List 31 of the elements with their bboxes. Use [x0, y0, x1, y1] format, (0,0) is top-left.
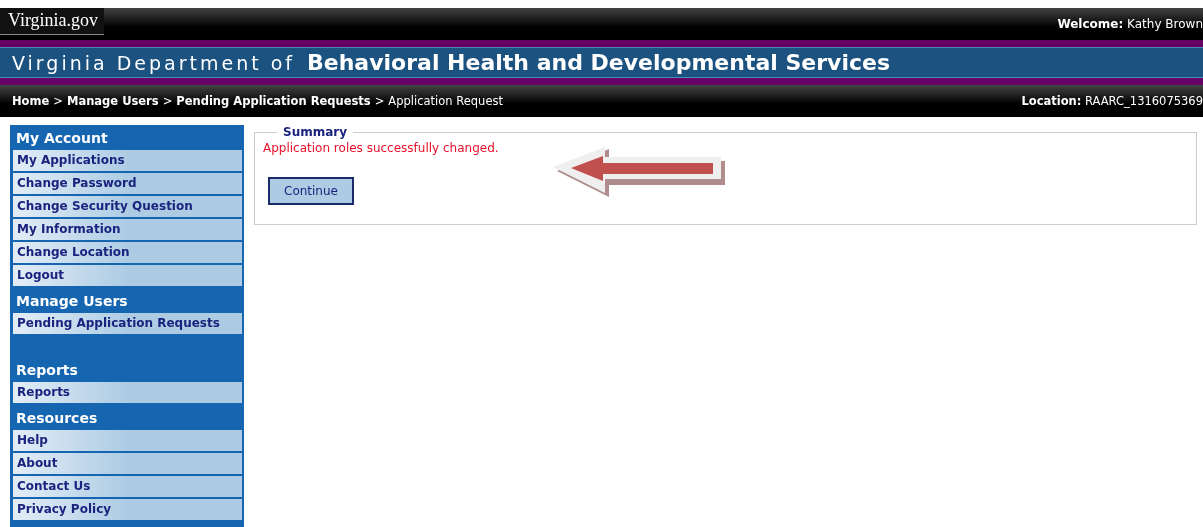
breadcrumb-current: Application Request [388, 94, 503, 108]
status-message: Application roles successfully changed. [263, 141, 500, 155]
sidebar-heading: My Account [15, 129, 109, 148]
sidebar-item[interactable]: Logout [13, 265, 242, 286]
summary-legend: Summary [277, 125, 354, 139]
sidebar-item[interactable]: Contact Us [13, 476, 242, 497]
breadcrumb-link[interactable]: Manage Users [66, 94, 159, 108]
breadcrumb-separator: > [374, 94, 385, 108]
sidebar-heading: Manage Users [15, 292, 129, 311]
sidebar-heading: Resources [15, 409, 99, 428]
breadcrumb-link[interactable]: Pending Application Requests [176, 94, 371, 108]
site-logo[interactable]: Virginia.gov [0, 8, 105, 35]
welcome-text: Welcome: Kathy Brown [1057, 16, 1203, 31]
sidebar-heading: Reports [15, 361, 79, 380]
sidebar-item[interactable]: My Information [13, 219, 242, 240]
sidebar-item[interactable]: Change Security Question [13, 196, 242, 217]
sidebar-item[interactable]: Privacy Policy [13, 499, 242, 520]
breadcrumb-separator: > [162, 94, 173, 108]
sidebar-item[interactable]: Help [13, 430, 242, 451]
banner-prefix: Virginia Department of [12, 51, 295, 74]
sidebar-item[interactable]: Change Location [13, 242, 242, 263]
location-text: Location: RAARC_1316075369 [1021, 94, 1203, 108]
banner-title: Behavioral Health and Developmental Services [307, 50, 891, 75]
sidebar-item[interactable]: My Applications [13, 150, 242, 171]
breadcrumb-link[interactable]: Home [12, 94, 50, 108]
breadcrumb-separator: > [53, 94, 63, 108]
sidebar-item[interactable]: Pending Application Requests [13, 313, 242, 334]
sidebar-item[interactable]: Change Password [13, 173, 242, 194]
continue-button[interactable]: Continue [268, 177, 354, 205]
sidebar-item[interactable]: About [13, 453, 242, 474]
sidebar-item[interactable]: Reports [13, 382, 242, 403]
